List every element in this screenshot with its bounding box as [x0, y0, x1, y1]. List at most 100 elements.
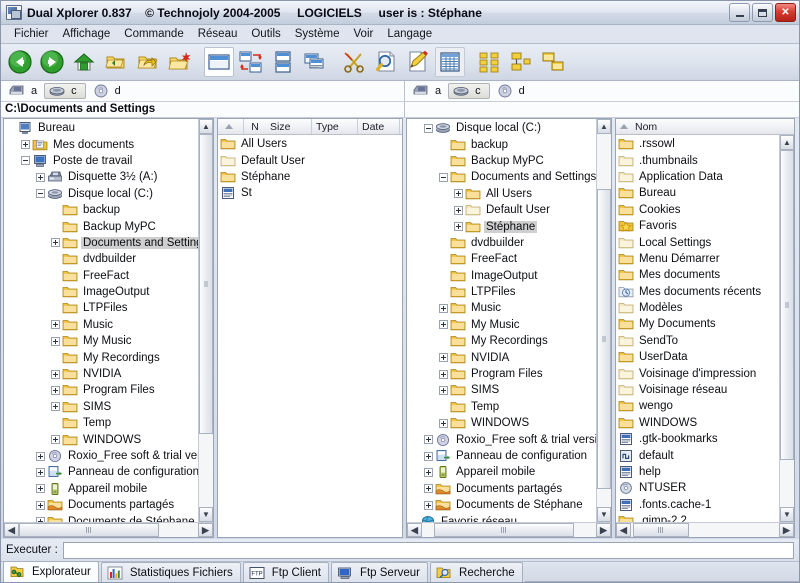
list-item[interactable]: .thumbnails — [616, 152, 779, 168]
menu-item-reseau[interactable]: Réseau — [191, 27, 245, 41]
up-folder-button[interactable] — [101, 47, 131, 77]
menu-item-voir[interactable]: Voir — [347, 27, 381, 41]
expand-icon[interactable] — [51, 435, 60, 445]
right-file-scroll-track[interactable] — [780, 150, 794, 507]
tree-item[interactable]: Poste de travail — [4, 153, 198, 169]
search-button[interactable] — [371, 47, 401, 77]
right-tree-scroll-thumb[interactable] — [597, 189, 611, 489]
right-tree-hscrollbar[interactable]: ◀ ▶ — [407, 522, 611, 537]
tree-item[interactable]: FreeFact — [407, 251, 596, 267]
left-tree-hscrollbar[interactable]: ◀ ▶ — [4, 522, 213, 537]
tree-item[interactable]: Temp — [4, 415, 198, 431]
tab-ftp-client[interactable]: FTP Ftp Client — [242, 562, 329, 582]
menu-item-systeme[interactable]: Système — [288, 27, 347, 41]
left-tree-scroll-thumb[interactable] — [199, 134, 213, 434]
new-folder-button[interactable] — [165, 47, 195, 77]
list-item[interactable]: Menu Démarrer — [616, 251, 779, 267]
tree-item[interactable]: My Music — [407, 317, 596, 333]
list-item[interactable]: UserData — [616, 349, 779, 365]
expand-icon[interactable] — [51, 336, 60, 346]
tree-item[interactable]: Backup MyPC — [407, 153, 596, 169]
right-file-hscroll-thumb[interactable] — [633, 523, 689, 537]
right-file-scroll-down-button[interactable]: ▼ — [780, 507, 794, 522]
single-panel-button[interactable] — [204, 47, 234, 77]
tree-item[interactable]: Music — [4, 317, 198, 333]
right-tree-scroll-down-button[interactable]: ▼ — [597, 507, 611, 522]
edit-button[interactable] — [403, 47, 433, 77]
list-item[interactable]: St — [218, 185, 402, 201]
tree-item[interactable]: Temp — [407, 399, 596, 415]
expand-icon[interactable] — [21, 140, 30, 150]
right-tree-vscrollbar[interactable]: ▲ ▼ — [596, 119, 611, 522]
list-item[interactable]: SendTo — [616, 333, 779, 349]
right-file-scroll-left-button[interactable]: ◀ — [616, 523, 631, 537]
expand-icon[interactable] — [424, 451, 433, 461]
right-tree-scroll-right-button[interactable]: ▶ — [596, 523, 611, 537]
expand-icon[interactable] — [51, 320, 60, 330]
tree-item[interactable]: Disquette 3½ (A:) — [4, 169, 198, 185]
menu-item-fichier[interactable]: Fichier — [7, 27, 56, 41]
horizontal-split-button[interactable] — [268, 47, 298, 77]
tree-item[interactable]: backup — [4, 202, 198, 218]
expand-icon[interactable] — [51, 238, 60, 248]
right-tree-scroll-track[interactable] — [597, 134, 611, 507]
tree-item[interactable]: Appareil mobile — [4, 481, 198, 497]
list-item[interactable]: Application Data — [616, 169, 779, 185]
tree-item[interactable]: WINDOWS — [407, 415, 596, 431]
right-file-list[interactable]: .rssowl .thumbnails Application Data Bureau… — [616, 135, 779, 522]
tree-item[interactable]: Appareil mobile — [407, 464, 596, 480]
menu-item-commande[interactable]: Commande — [117, 27, 190, 41]
list-item[interactable]: .fonts.cache-1 — [616, 497, 779, 513]
tree-item[interactable]: Documents de Stéphane — [407, 497, 596, 513]
left-drive-d[interactable]: d — [89, 83, 125, 99]
expand-icon[interactable] — [51, 369, 60, 379]
expand-icon[interactable] — [36, 451, 45, 461]
left-drive-c[interactable]: c — [44, 83, 86, 99]
tab-recherche[interactable]: Recherche — [430, 562, 523, 582]
tab-ftp-serveur[interactable]: Ftp Serveur — [330, 562, 429, 582]
right-tree-scroll-left-button[interactable]: ◀ — [407, 523, 422, 537]
expand-icon[interactable] — [439, 303, 448, 313]
tree-item[interactable]: Program Files — [4, 382, 198, 398]
cascade-panels-button[interactable] — [300, 47, 330, 77]
right-file-vscrollbar[interactable]: ▲ ▼ — [779, 135, 794, 522]
details-view-button[interactable] — [435, 47, 465, 77]
column-header-n[interactable]: N — [244, 119, 266, 134]
tree-item[interactable]: Roxio_Free soft & trial versions (I — [4, 448, 198, 464]
right-file-hscrollbar[interactable]: ◀ ▶ — [616, 522, 794, 537]
tree-item[interactable]: dvdbuilder — [407, 235, 596, 251]
tab-statistiques-fichiers[interactable]: Statistiques Fichiers — [100, 562, 241, 582]
tree-item[interactable]: My Recordings — [4, 349, 198, 365]
tree-item[interactable]: Disque local (C:) — [407, 120, 596, 136]
right-tree-hscroll-track[interactable] — [422, 523, 596, 537]
menu-item-affichage[interactable]: Affichage — [56, 27, 118, 41]
column-sort-indicator[interactable] — [218, 119, 244, 134]
right-tree-list[interactable]: Disque local (C:) backup Backup MyPC Docume… — [407, 119, 596, 522]
expand-icon[interactable] — [51, 385, 60, 395]
tree-item[interactable]: Stéphane — [407, 218, 596, 234]
left-tree-scroll-track[interactable] — [199, 134, 213, 507]
list-item[interactable]: Voisinage d'impression — [616, 365, 779, 381]
tree-item[interactable]: Music — [407, 300, 596, 316]
tree-item[interactable]: Favoris réseau — [407, 513, 596, 522]
right-drive-d[interactable]: d — [493, 83, 529, 99]
maximize-button[interactable] — [752, 3, 773, 22]
tree-item[interactable]: My Music — [4, 333, 198, 349]
list-item[interactable]: Mes documents récents — [616, 284, 779, 300]
menu-item-outils[interactable]: Outils — [244, 27, 287, 41]
execute-input[interactable] — [62, 541, 794, 559]
column-header-type[interactable]: Type — [312, 119, 358, 134]
list-item[interactable]: My Documents — [616, 316, 779, 332]
tree-item[interactable]: SIMS — [407, 382, 596, 398]
right-file-scroll-up-button[interactable]: ▲ — [780, 135, 794, 150]
list-item[interactable]: Stéphane — [218, 169, 402, 185]
open-folder-button[interactable] — [133, 47, 163, 77]
right-drive-a[interactable]: a — [409, 83, 445, 99]
column-header-nom[interactable]: Nom — [616, 119, 661, 134]
list-item[interactable]: Favoris — [616, 218, 779, 234]
menu-item-langage[interactable]: Langage — [380, 27, 439, 41]
left-tree-scroll-left-button[interactable]: ◀ — [4, 523, 19, 537]
expand-icon[interactable] — [439, 418, 448, 428]
tree-item[interactable]: Program Files — [407, 366, 596, 382]
tree-item[interactable]: Documents and Settings — [4, 235, 198, 251]
